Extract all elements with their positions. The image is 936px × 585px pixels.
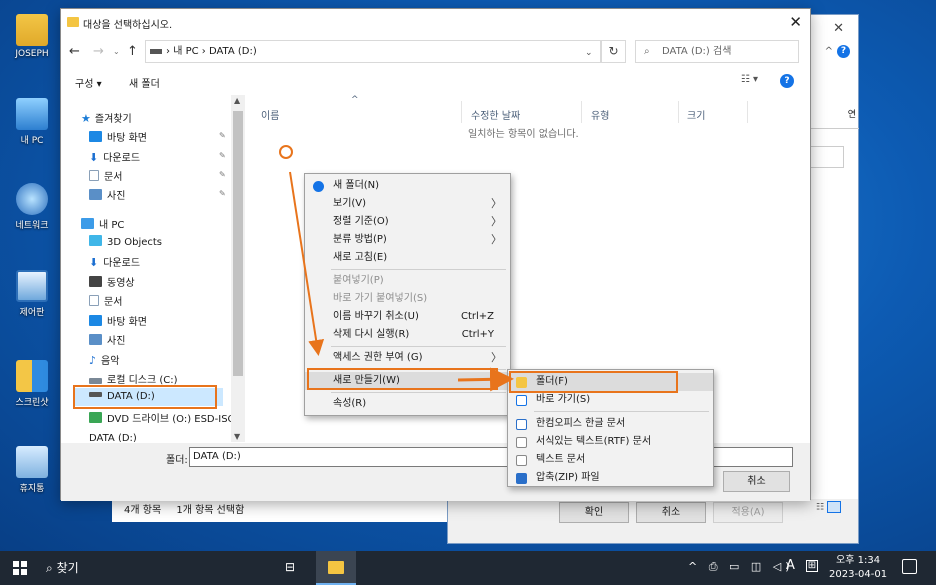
task-view-icon[interactable]: ⊟ [285, 560, 295, 574]
clock-time: 오후 1:34 [836, 555, 881, 566]
annotation-arrow-to-folder [457, 367, 514, 392]
file-explorer-taskbar-button[interactable] [316, 551, 356, 585]
input-language[interactable]: A [786, 558, 795, 573]
search-icon: ⌕ [46, 561, 53, 575]
annotation-arrow-to-new [289, 171, 325, 356]
notification-icon[interactable] [902, 559, 917, 574]
clock-date: 2023-04-01 [829, 569, 888, 580]
annotation-arrows [289, 171, 514, 392]
windows-start-icon[interactable] [13, 561, 27, 575]
taskbar-search[interactable]: ⌕ 찾기 [46, 559, 79, 576]
clock[interactable]: 오후 1:34 2023-04-01 [829, 554, 887, 582]
taskbar: ⌕ 찾기 ⊟ ^ ⎙ ▭ ◫ ◁) A ⊞ 오후 1:34 2023-04-01 [0, 551, 936, 585]
ime-icon[interactable]: ⊞ [806, 560, 818, 572]
system-tray-icons[interactable]: ^ ⎙ ▭ ◫ ◁) [688, 560, 794, 574]
folder-icon [328, 561, 344, 574]
